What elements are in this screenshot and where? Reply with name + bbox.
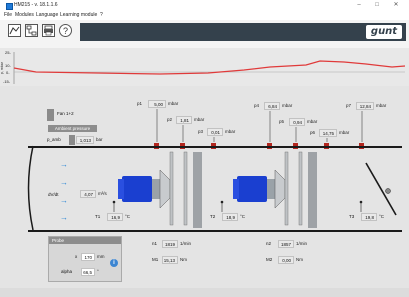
t2-unit: °C xyxy=(240,214,246,219)
probe-x-label: x xyxy=(75,254,78,259)
throttle-flap[interactable] xyxy=(365,162,397,216)
n2-label: n2 xyxy=(266,241,272,246)
fan2-motor xyxy=(237,176,267,202)
t3-value: 19,8 xyxy=(361,213,377,221)
fan2-housing xyxy=(308,152,317,228)
flow-value: 4,07 xyxy=(80,190,96,198)
t1-label: T1 xyxy=(95,214,101,219)
fan1-housing xyxy=(193,152,202,228)
m1-label: M1 xyxy=(152,257,159,262)
duct-bottom-wall xyxy=(28,230,402,232)
t3-unit: °C xyxy=(379,214,385,219)
fan2-impeller xyxy=(274,169,286,209)
probe-alpha-label: alpha xyxy=(61,269,73,274)
m2-value: 0,00 xyxy=(278,256,294,264)
pipe-inlet-edge xyxy=(27,145,34,231)
flow-arrow-icon: → xyxy=(60,178,68,187)
n1-label: n1 xyxy=(152,241,158,246)
info-icon[interactable]: i xyxy=(110,259,118,267)
flow-arrow-icon: → xyxy=(60,213,68,222)
tap-lines xyxy=(156,109,363,142)
m2-label: M2 xyxy=(266,257,273,262)
duct-top-wall xyxy=(28,146,402,148)
status-bar xyxy=(0,288,409,297)
fan1-motor xyxy=(122,176,152,202)
n1-unit: 1/min xyxy=(180,241,192,246)
n2-value: 1857 xyxy=(278,240,294,248)
n1-value: 1819 xyxy=(162,240,178,248)
probe-alpha-input[interactable]: 66,5 xyxy=(81,268,95,276)
probe-x-input[interactable]: 170 xyxy=(81,253,95,261)
flow-arrow-icon: → xyxy=(60,160,68,169)
m2-unit: Nm xyxy=(296,257,303,262)
flow-arrow-icon: → xyxy=(60,196,68,205)
t1-unit: °C xyxy=(125,214,131,219)
flow-label: dV/dt xyxy=(48,192,59,197)
n2-unit: 1/min xyxy=(296,241,308,246)
probe-x-unit: mm xyxy=(97,254,105,259)
t1-value: 16,9 xyxy=(107,213,123,221)
temp-sensor-stems xyxy=(113,202,362,212)
t2-value: 18,9 xyxy=(222,213,238,221)
flow-unit: m³/s xyxy=(98,191,107,196)
fan1-impeller xyxy=(159,169,171,209)
probe-alpha-unit: ° xyxy=(97,269,99,274)
m1-value: 15,13 xyxy=(162,256,178,264)
throttle-pivot xyxy=(385,188,391,194)
m1-unit: Nm xyxy=(180,257,187,262)
t3-label: T3 xyxy=(349,214,355,219)
probe-header: Probe xyxy=(49,237,121,244)
t2-label: T2 xyxy=(210,214,216,219)
